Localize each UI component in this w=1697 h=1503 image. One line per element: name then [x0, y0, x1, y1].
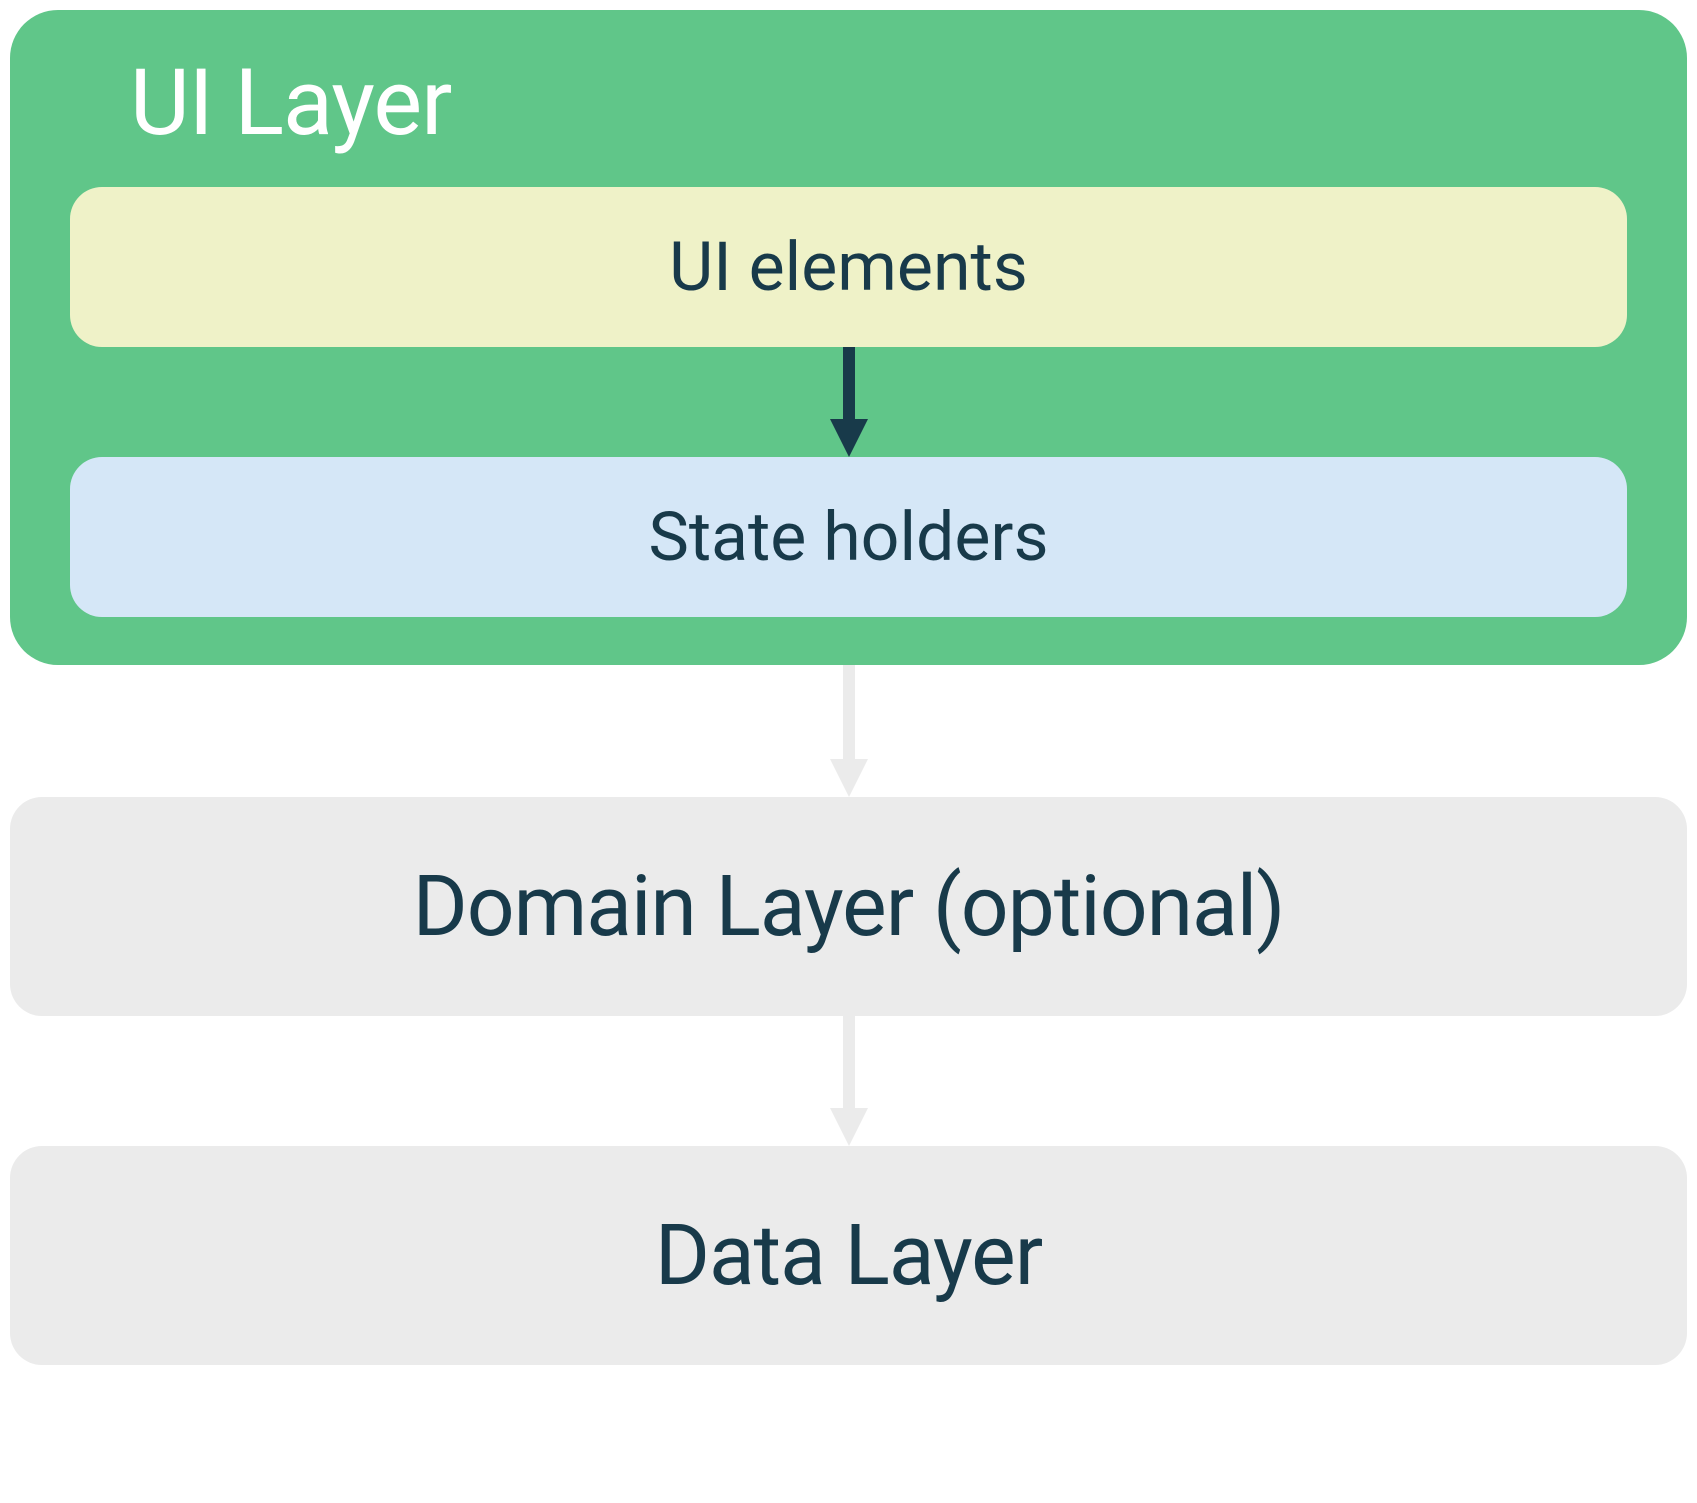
- ui-layer-title: UI Layer: [130, 50, 1627, 157]
- ui-elements-box: UI elements: [70, 187, 1627, 347]
- data-layer-label: Data Layer: [655, 1206, 1042, 1305]
- arrow-ui-to-state: [70, 347, 1627, 457]
- arrow-down-icon: [824, 1016, 874, 1146]
- state-holders-label: State holders: [648, 497, 1048, 577]
- arrow-down-icon: [824, 347, 874, 457]
- data-layer-box: Data Layer: [10, 1146, 1687, 1365]
- state-holders-box: State holders: [70, 457, 1627, 617]
- ui-elements-label: UI elements: [669, 227, 1028, 307]
- ui-layer-container: UI Layer UI elements State holders: [10, 10, 1687, 665]
- architecture-diagram: UI Layer UI elements State holders Domai…: [10, 10, 1687, 1365]
- arrow-domain-to-data: [824, 1016, 874, 1146]
- domain-layer-box: Domain Layer (optional): [10, 797, 1687, 1016]
- domain-layer-label: Domain Layer (optional): [413, 857, 1285, 956]
